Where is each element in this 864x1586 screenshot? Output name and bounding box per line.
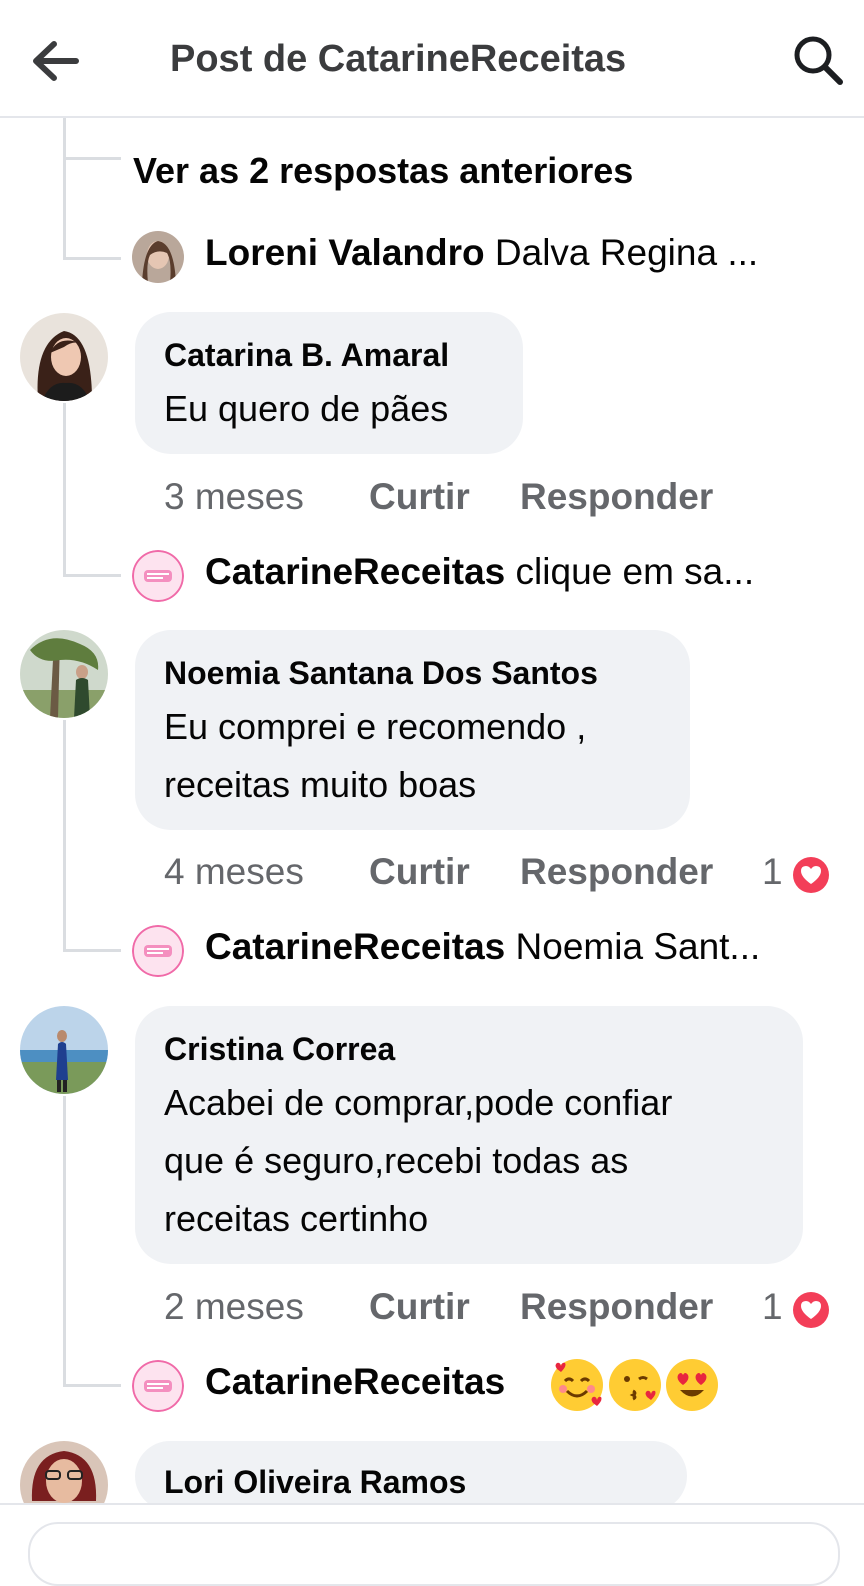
page-title: Post de CatarineReceitas [170, 38, 627, 80]
thread-connector [63, 1384, 121, 1387]
reply-preview[interactable]: CatarineReceitas [205, 1361, 505, 1403]
reply-author[interactable]: CatarineReceitas [205, 551, 505, 592]
reply-text: clique em sa... [515, 551, 755, 592]
comment-author[interactable]: Catarina B. Amaral [164, 337, 449, 374]
reply-button[interactable]: Responder [520, 1286, 713, 1327]
reply-author[interactable]: Loreni Valandro [205, 232, 485, 273]
reply-text: Noemia Sant... [515, 926, 761, 967]
like-button[interactable]: Curtir [369, 1286, 470, 1327]
reply-text: Dalva Regina ... [494, 232, 759, 273]
smiling-face-with-hearts-icon [551, 1359, 603, 1411]
like-button[interactable]: Curtir [369, 851, 470, 892]
page-avatar[interactable] [132, 1360, 184, 1412]
comment-text: Eu quero de pães [164, 388, 449, 429]
comment-time: 4 meses [164, 851, 304, 892]
thread-line [63, 1096, 66, 1387]
thread-line [63, 118, 66, 260]
thread-connector [63, 949, 121, 952]
avatar[interactable] [132, 231, 184, 283]
thread-connector [63, 257, 121, 260]
page-avatar[interactable] [132, 550, 184, 602]
like-button[interactable]: Curtir [369, 476, 470, 517]
back-arrow-icon[interactable] [30, 38, 80, 84]
heart-reaction-icon[interactable] [793, 1292, 829, 1328]
reply-preview[interactable]: Loreni Valandro Dalva Regina ... [205, 232, 758, 274]
comment-text: receitas certinho [164, 1198, 429, 1239]
comment-text: Acabei de comprar,pode confiar [164, 1082, 673, 1123]
reply-preview[interactable]: CatarineReceitas clique em sa... [205, 551, 754, 593]
face-blowing-kiss-icon [609, 1359, 661, 1411]
reply-preview[interactable]: CatarineReceitas Noemia Sant... [205, 926, 760, 968]
comment-author[interactable]: Lori Oliveira Ramos [164, 1464, 466, 1501]
heart-reaction-icon[interactable] [793, 857, 829, 893]
reply-button[interactable]: Responder [520, 851, 713, 892]
reply-author[interactable]: CatarineReceitas [205, 1361, 505, 1402]
reaction-count[interactable]: 1 [762, 1286, 783, 1328]
heart-eyes-icon [666, 1359, 718, 1411]
thread-connector [63, 157, 121, 160]
comment-author[interactable]: Noemia Santana Dos Santos [164, 655, 598, 692]
comment-meta: 3 meses [164, 476, 304, 518]
comment-time: 3 meses [164, 476, 304, 517]
reply-button[interactable]: Responder [520, 476, 713, 517]
search-icon[interactable] [792, 34, 844, 86]
comment-text: Eu comprei e recomendo , [164, 706, 587, 747]
comment-text: receitas muito boas [164, 764, 477, 805]
thread-line [63, 403, 66, 577]
view-previous-replies-link[interactable]: Ver as 2 respostas anteriores [133, 150, 633, 192]
thread-connector [63, 574, 121, 577]
reply-author[interactable]: CatarineReceitas [205, 926, 505, 967]
avatar[interactable] [20, 313, 108, 401]
thread-line [63, 720, 66, 952]
comment-text: que é seguro,recebi todas as [164, 1140, 629, 1181]
comment-input[interactable] [28, 1522, 840, 1586]
reaction-count[interactable]: 1 [762, 851, 783, 893]
avatar[interactable] [20, 630, 108, 718]
comment-author[interactable]: Cristina Correa [164, 1031, 395, 1068]
comment-time: 2 meses [164, 1286, 304, 1327]
page-avatar[interactable] [132, 925, 184, 977]
avatar[interactable] [20, 1006, 108, 1094]
